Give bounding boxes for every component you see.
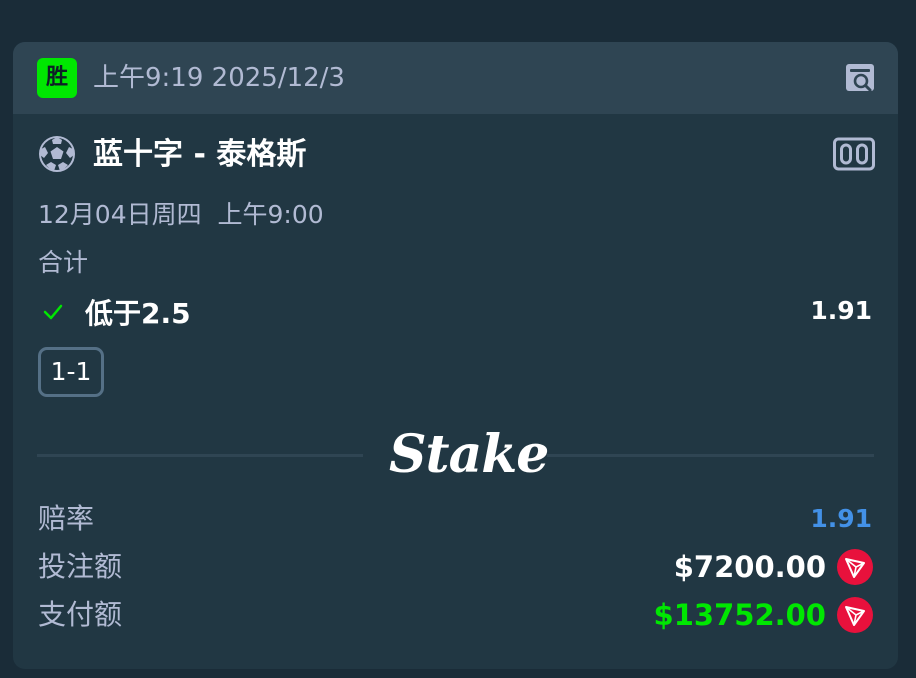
- bet-header: 胜 上午9:19 2025/12/3: [13, 42, 898, 114]
- stake-logo: Stake: [389, 424, 549, 485]
- tron-icon: [837, 549, 873, 585]
- market-name: 合计: [38, 248, 89, 277]
- scoreboard-icon[interactable]: [833, 137, 875, 171]
- odds-label: 赔率: [38, 502, 95, 535]
- selection-odds: 1.91: [810, 296, 872, 325]
- event-datetime: 12月04日周四 上午9:00: [38, 200, 324, 229]
- tron-icon: [837, 597, 873, 633]
- final-score: 1-1: [38, 347, 104, 397]
- receipt-search-icon[interactable]: [844, 61, 878, 95]
- selection-outcome: 低于2.5: [85, 297, 191, 330]
- win-badge: 胜: [37, 58, 77, 98]
- match-title[interactable]: 蓝十字 - 泰格斯: [93, 136, 306, 174]
- divider-right: [547, 454, 874, 457]
- divider-left: [37, 454, 363, 457]
- payout-amount: $13752.00: [653, 598, 826, 632]
- placed-timestamp: 上午9:19 2025/12/3: [93, 63, 345, 93]
- payout-label: 支付额: [38, 598, 123, 631]
- stake-amount: $7200.00: [673, 550, 826, 584]
- check-icon: [43, 304, 63, 320]
- odds-value: 1.91: [810, 504, 872, 533]
- stake-label: 投注额: [38, 550, 123, 583]
- soccer-ball-icon: [39, 136, 75, 172]
- bet-slip-card: 胜 上午9:19 2025/12/3 蓝十字 - 泰格斯 12月04日周四 上午…: [13, 42, 898, 669]
